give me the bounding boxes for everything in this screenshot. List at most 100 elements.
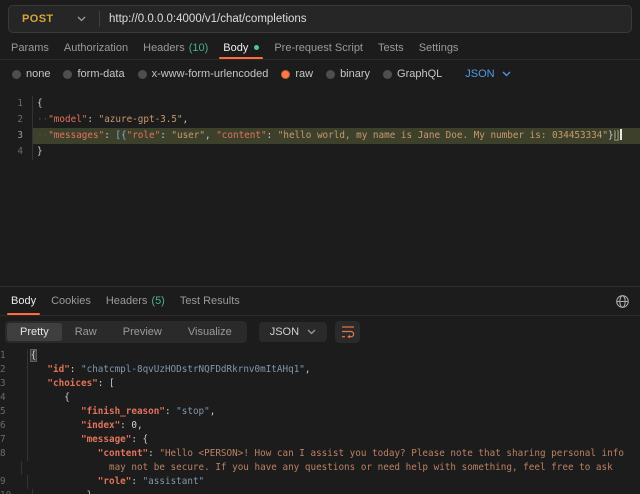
body-type-raw[interactable]: raw [281,68,313,80]
code-token: : [131,476,142,487]
code-token: { [37,98,43,109]
code-token: : [165,406,176,417]
response-tab-body[interactable]: Body [11,287,36,315]
view-raw[interactable]: Raw [62,323,110,341]
method-label: POST [22,13,54,25]
code-token: "index" [81,420,120,431]
url-input[interactable]: http://0.0.0.0:4000/v1/chat/completions [109,13,631,25]
tab-label: Headers [143,42,185,54]
code-token: : [267,130,278,141]
body-type-none[interactable]: none [12,68,50,80]
globe-icon[interactable] [615,294,630,314]
code-token: } [608,130,614,141]
wrap-text-icon [341,325,355,338]
code-token [36,490,86,494]
code-token: "hello world, my name is Jane Doe. My nu… [278,130,608,141]
code-content: { [28,391,640,405]
tab-label: Test Results [180,295,240,307]
code-token [25,462,109,473]
tab-label: Body [11,295,36,307]
response-tabs: Body Cookies Headers(5) Test Results [0,286,640,316]
view-pretty[interactable]: Pretty [7,323,62,341]
tab-pre-request-script[interactable]: Pre-request Script [274,36,363,59]
code-token: { [64,392,70,403]
code-token: [{ [115,130,126,141]
body-type-x-www-form-urlencoded[interactable]: x-www-form-urlencoded [138,68,269,80]
line-number: 6 [0,419,28,433]
code-token: } [37,146,43,157]
tab-label: Authorization [64,42,128,54]
view-visualize[interactable]: Visualize [175,323,245,341]
code-token: , [210,406,216,417]
request-body-editor[interactable]: 1{2··"model": "azure-gpt-3.5",3··"messag… [0,88,640,286]
code-line: 1{ [0,96,640,112]
code-content: "id": "chatcmpl-8qvUzHODstrNQFDdRkrnv0mI… [28,363,640,377]
tab-body[interactable]: Body [223,36,259,59]
code-token [31,476,98,487]
code-token: "assistant" [143,476,205,487]
radio-label: x-www-form-urlencoded [152,68,269,80]
radio-icon [326,70,335,79]
code-content: ··"model": "azure-gpt-3.5", [33,112,640,128]
code-line: 5 "finish_reason": "stop", [0,405,640,419]
code-line: 10 } [0,489,640,494]
tab-tests[interactable]: Tests [378,36,404,59]
body-type-form-data[interactable]: form-data [63,68,124,80]
response-body-editor[interactable]: 1{2 "id": "chatcmpl-8qvUzHODstrNQFDdRkrn… [0,347,640,494]
code-token: "azure-gpt-3.5" [99,114,183,125]
line-number: 5 [0,405,28,419]
wrap-text-button[interactable] [335,321,360,343]
radio-label: raw [295,68,313,80]
code-line: 1{ [0,349,640,363]
chevron-down-icon [77,16,86,22]
code-line: 4} [0,144,640,160]
body-type-binary[interactable]: binary [326,68,370,80]
code-content: "finish_reason": "stop", [28,405,640,419]
line-number: 7 [0,433,28,447]
tab-params[interactable]: Params [11,36,49,59]
count-badge: (10) [189,42,209,54]
active-tab-underline [7,313,40,315]
code-token: : [70,364,81,375]
divider [99,11,100,27]
code-line: 9 "role": "assistant" [0,475,640,489]
code-token: } [87,490,93,494]
code-token: : [87,114,98,125]
text-cursor [620,129,622,140]
code-token [31,420,81,431]
raw-language-select[interactable]: JSON [465,68,510,80]
response-tab-headers[interactable]: Headers(5) [106,287,165,315]
code-token: ·· [37,114,48,125]
code-token [31,378,48,389]
code-content: ··"messages": [{"role": "user", "content… [33,128,640,144]
view-preview[interactable]: Preview [110,323,175,341]
code-token: ·· [37,130,48,141]
tab-authorization[interactable]: Authorization [64,36,128,59]
tab-settings[interactable]: Settings [419,36,459,59]
response-tab-test-results[interactable]: Test Results [180,287,240,315]
method-selector[interactable]: POST [9,13,99,25]
radio-label: binary [340,68,370,80]
radio-icon [281,70,290,79]
response-tab-cookies[interactable]: Cookies [51,287,91,315]
line-number: 1 [0,349,28,363]
code-content: "index": 0, [28,419,640,433]
response-language-select[interactable]: JSON [259,322,327,342]
line-number [0,461,22,475]
body-type-graphql[interactable]: GraphQL [383,68,442,80]
code-token [31,406,81,417]
code-line: 7 "message": { [0,433,640,447]
code-token [31,364,48,375]
code-token: "message" [81,434,131,445]
tab-headers[interactable]: Headers (10) [143,36,208,59]
code-content: "content": "Hello <PERSON>! How can I as… [28,447,640,461]
line-number: 3 [0,128,33,144]
code-token: "role" [98,476,132,487]
unsaved-dot [254,45,259,50]
line-number: 9 [0,475,28,489]
code-token: : [120,420,131,431]
code-token: , [305,364,311,375]
line-number: 3 [0,377,28,391]
code-content: "choices": [ [28,377,640,391]
url-bar: POST http://0.0.0.0:4000/v1/chat/complet… [8,5,632,33]
